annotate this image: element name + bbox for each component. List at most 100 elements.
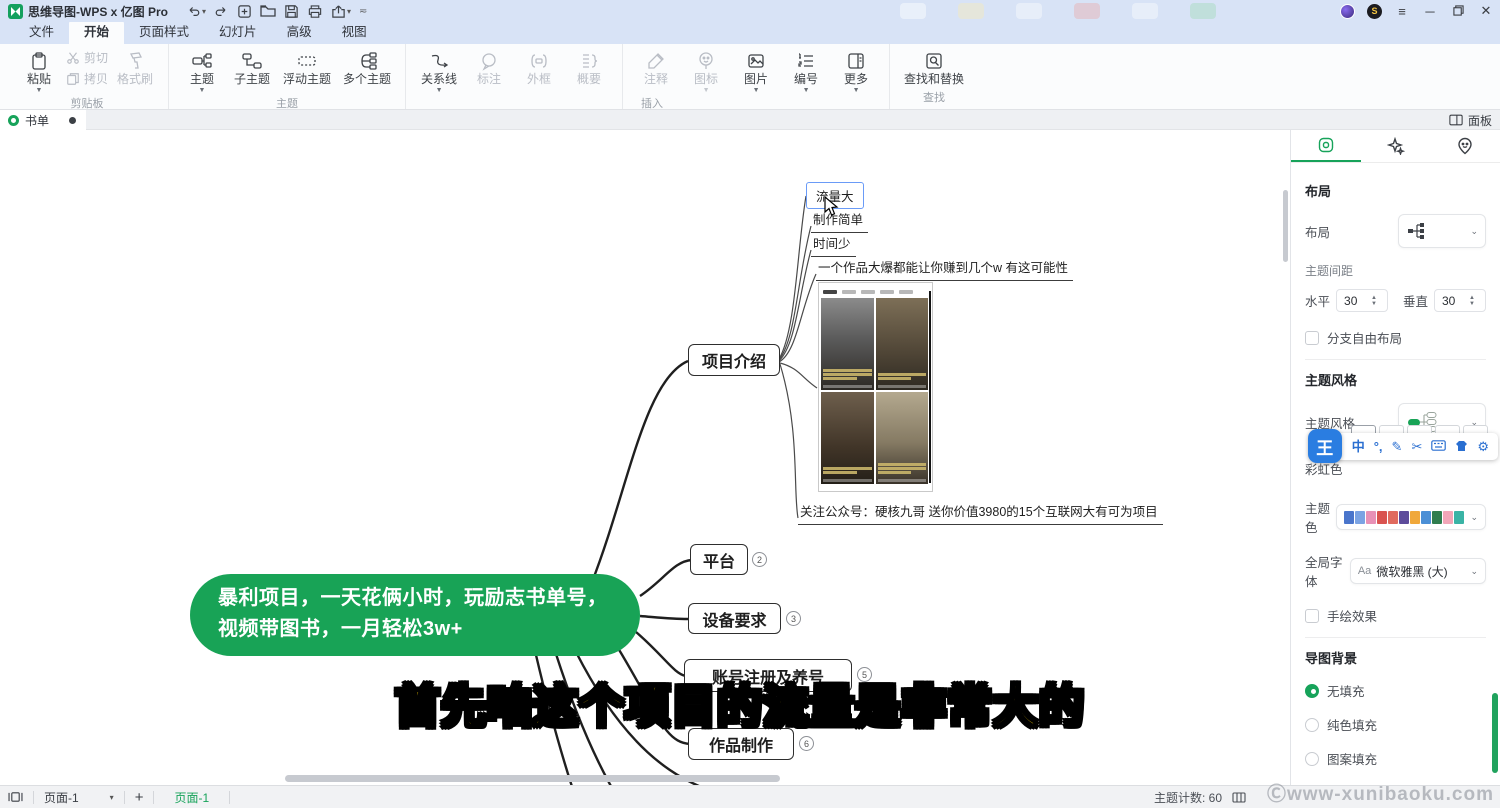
subtopic-easy-to-make[interactable]: 制作简单: [811, 209, 868, 233]
ime-skin-icon[interactable]: [1455, 440, 1468, 454]
find-replace-button[interactable]: 查找和替换: [900, 49, 968, 86]
page-selector-dropdown[interactable]: 页面-1▾: [44, 789, 114, 806]
copy-button[interactable]: 拷贝: [66, 70, 108, 87]
panel-toggle-button[interactable]: 面板: [1449, 110, 1492, 130]
titlebar: 思维导图-WPS x 亿图 Pro ▾ ▾: [0, 0, 1500, 22]
canvas-vertical-scrollbar[interactable]: [1283, 190, 1288, 262]
global-font-dropdown[interactable]: Aa 微软雅黑 (大) ⌄: [1350, 558, 1486, 584]
ime-language-icon[interactable]: 中: [1352, 440, 1365, 453]
feed-scrollbar: [929, 291, 932, 483]
document-tab-bar: 书单 面板: [0, 110, 1500, 130]
topic-count-value: 60: [1209, 791, 1222, 805]
section-heading-background: 导图背景: [1305, 648, 1486, 667]
mouse-cursor: [824, 196, 839, 217]
image-button[interactable]: 图片▼: [733, 49, 779, 94]
panel-toggle-label: 面板: [1468, 112, 1492, 129]
stepper-arrows[interactable]: ▲▼: [1469, 295, 1475, 307]
print-button[interactable]: [307, 4, 323, 19]
paste-button[interactable]: 粘贴▼: [16, 49, 62, 94]
redo-button[interactable]: [214, 4, 229, 18]
mindmap-canvas[interactable]: 暴利项目，一天花俩小时，玩励志书单号，视频带图书，一月轻松3w+ 项目介绍 平台…: [0, 130, 1290, 785]
undo-button[interactable]: ▾: [186, 4, 206, 18]
restore-button[interactable]: [1450, 4, 1466, 19]
share-dropdown-caret[interactable]: ▾: [347, 7, 351, 16]
ime-toolbar[interactable]: 王 中 °, ✎ ✂ ⚙: [1322, 433, 1498, 460]
hand-drawn-checkbox[interactable]: [1305, 609, 1319, 623]
document-icon: [8, 115, 19, 126]
layout-dropdown[interactable]: ⌄: [1398, 214, 1486, 248]
free-branch-layout-checkbox[interactable]: [1305, 331, 1319, 345]
feed-thumbnail: [876, 298, 929, 390]
branch-topic-project-intro[interactable]: 项目介绍: [688, 344, 780, 376]
collapsed-count-badge[interactable]: 6: [799, 736, 814, 751]
subtopic-button[interactable]: 子主题: [229, 49, 275, 86]
document-tab-booklist[interactable]: 书单: [0, 110, 86, 130]
panel-tab-style[interactable]: [1291, 130, 1361, 162]
open-folder-button[interactable]: [260, 4, 276, 18]
horizontal-spacing-stepper[interactable]: ▲▼: [1336, 289, 1388, 312]
panel-tabs: [1291, 130, 1500, 163]
relation-line-button[interactable]: 关系线▼: [416, 49, 462, 94]
vertical-spacing-stepper[interactable]: ▲▼: [1434, 289, 1486, 312]
hamburger-menu-button[interactable]: ≡: [1394, 4, 1410, 19]
ime-handwrite-icon[interactable]: ✎: [1392, 440, 1403, 453]
page-overview-icon[interactable]: [8, 791, 23, 803]
cut-button[interactable]: 剪切: [66, 49, 108, 66]
customize-toolbar-button[interactable]: ≂: [359, 6, 367, 17]
topic-button[interactable]: 主题▼: [179, 49, 225, 94]
layout-label: 布局: [1305, 222, 1330, 241]
add-page-button[interactable]: +: [135, 789, 144, 806]
callout-button[interactable]: 标注: [466, 49, 512, 86]
theme-color-dropdown[interactable]: ⌄: [1336, 504, 1486, 530]
ime-settings-icon[interactable]: ⚙: [1477, 440, 1489, 453]
undo-dropdown-caret[interactable]: ▾: [202, 7, 206, 16]
collapsed-count-badge[interactable]: 2: [752, 552, 767, 567]
bg-pattern-fill-radio[interactable]: [1305, 752, 1319, 766]
panel-tab-sticker[interactable]: [1430, 130, 1500, 162]
multi-topic-button[interactable]: 多个主题: [339, 49, 395, 86]
horizontal-spacing-input[interactable]: [1337, 294, 1369, 308]
numbering-button[interactable]: 编号▼: [783, 49, 829, 94]
view-columns-icon[interactable]: [1232, 792, 1246, 803]
close-button[interactable]: ✕: [1478, 3, 1494, 19]
bg-no-fill-radio[interactable]: [1305, 684, 1319, 698]
feed-thumbnail: [821, 392, 874, 484]
branch-topic-equipment[interactable]: 设备要求: [688, 603, 781, 634]
more-button[interactable]: 更多▼: [833, 49, 879, 94]
theme-color-label: 主题色: [1305, 498, 1336, 536]
membership-badge-icon[interactable]: S: [1367, 4, 1382, 19]
branch-topic-platform[interactable]: 平台: [690, 544, 748, 575]
ime-logo-icon[interactable]: 王: [1308, 429, 1342, 463]
icon-button[interactable]: 图标▼: [683, 49, 729, 94]
panel-tab-ai-sparkle[interactable]: [1361, 130, 1431, 162]
stepper-arrows[interactable]: ▲▼: [1371, 295, 1377, 307]
embedded-feed-image[interactable]: [818, 282, 933, 492]
vertical-spacing-input[interactable]: [1435, 294, 1467, 308]
user-avatar[interactable]: [1340, 4, 1355, 19]
panel-scrollbar[interactable]: [1492, 693, 1498, 773]
ime-clip-icon[interactable]: ✂: [1411, 440, 1422, 453]
collapsed-count-badge[interactable]: 3: [786, 611, 801, 626]
save-button[interactable]: [284, 4, 299, 19]
summary-button[interactable]: 概要: [566, 49, 612, 86]
minimize-button[interactable]: ─: [1422, 4, 1438, 19]
subtopic-less-time[interactable]: 时间少: [811, 233, 856, 257]
canvas-horizontal-scrollbar[interactable]: [285, 775, 780, 782]
horizontal-label: 水平: [1305, 291, 1330, 310]
subtopic-official-account[interactable]: 关注公众号：硬核九哥 送你价值3980的15个互联网大有可为项目: [798, 501, 1163, 525]
bg-no-fill-label: 无填充: [1327, 681, 1365, 700]
page-tab-active[interactable]: 页面-1: [164, 789, 219, 806]
central-topic[interactable]: 暴利项目，一天花俩小时，玩励志书单号，视频带图书，一月轻松3w+: [190, 574, 640, 656]
new-file-button[interactable]: [237, 4, 252, 19]
section-heading-layout: 布局: [1305, 181, 1486, 200]
floating-topic-button[interactable]: 浮动主题: [279, 49, 335, 86]
bg-solid-fill-radio[interactable]: [1305, 718, 1319, 732]
outer-frame-button[interactable]: 外框: [516, 49, 562, 86]
subtopic-viral-potential[interactable]: 一个作品大爆都能让你赚到几个w 有这可能性: [816, 257, 1073, 281]
ime-punctuation-icon[interactable]: °,: [1374, 440, 1383, 453]
quick-access-toolbar: ▾ ▾ ≂: [186, 4, 367, 19]
share-button[interactable]: ▾: [331, 4, 351, 19]
note-button[interactable]: 注释: [633, 49, 679, 86]
ime-keyboard-icon[interactable]: [1431, 440, 1446, 453]
format-painter-button[interactable]: 格式刷: [112, 49, 158, 86]
